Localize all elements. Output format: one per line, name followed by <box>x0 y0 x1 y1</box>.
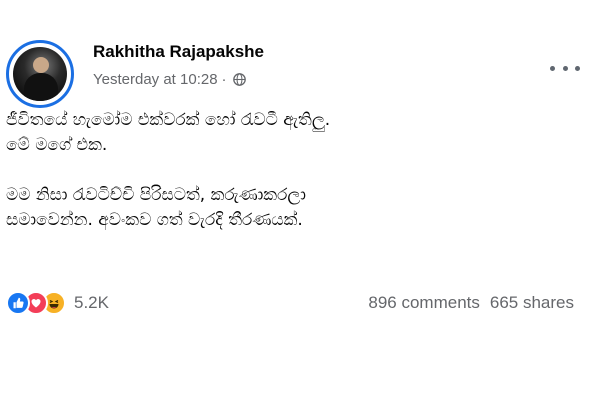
post-paragraph-2: මම නිසා රැවටිච්චි පිරිසටත්, කරුණාකරලා සම… <box>6 183 590 233</box>
author-name[interactable]: Rakhitha Rajapakshe <box>93 42 264 62</box>
post-meta: Yesterday at 10:28 · <box>93 71 246 88</box>
facebook-post: Rakhitha Rajapakshe Yesterday at 10:28 ·… <box>0 0 600 400</box>
post-line: මම නිසා රැවටිච්චි පිරිසටත්, කරුණාකරලා <box>6 185 306 205</box>
shares-count[interactable]: 665 shares <box>490 293 574 313</box>
meta-separator: · <box>221 71 227 88</box>
reactions-summary[interactable]: 5.2K <box>6 290 109 316</box>
more-dot <box>575 65 580 71</box>
post-paragraph-1: ජීවිතයේ හැමෝම එක්වරක් හෝ රැවටී ඇතිලු. මේ… <box>6 108 590 158</box>
avatar[interactable] <box>13 47 67 101</box>
avatar-body <box>24 73 58 101</box>
post-line: මේ මගේ එක. <box>6 135 108 155</box>
more-dot <box>562 65 568 71</box>
post-header: Rakhitha Rajapakshe Yesterday at 10:28 · <box>6 34 594 108</box>
more-options-icon[interactable] <box>550 62 580 74</box>
more-dot <box>550 65 555 71</box>
post-timestamp[interactable]: Yesterday at 10:28 <box>93 71 218 88</box>
avatar-head <box>33 57 49 73</box>
post-stats: 5.2K 896 comments 665 shares <box>6 290 590 316</box>
globe-icon[interactable] <box>232 73 246 86</box>
reaction-count: 5.2K <box>74 293 109 312</box>
post-text: ජීවිතයේ හැමෝම එක්වරක් හෝ රැවටී ඇතිලු. මේ… <box>6 108 590 258</box>
avatar-story-ring[interactable] <box>6 40 74 108</box>
post-line: ජීවිතයේ හැමෝම එක්වරක් හෝ රැවටී ඇතිලු. <box>6 110 331 130</box>
like-icon <box>6 291 30 315</box>
engagement-counts: 896 comments 665 shares <box>368 290 574 316</box>
post-line: සමාවෙන්න. අවංකව ගත් වැරදි තීරණයක්. <box>6 210 303 230</box>
comments-count[interactable]: 896 comments <box>368 293 480 313</box>
